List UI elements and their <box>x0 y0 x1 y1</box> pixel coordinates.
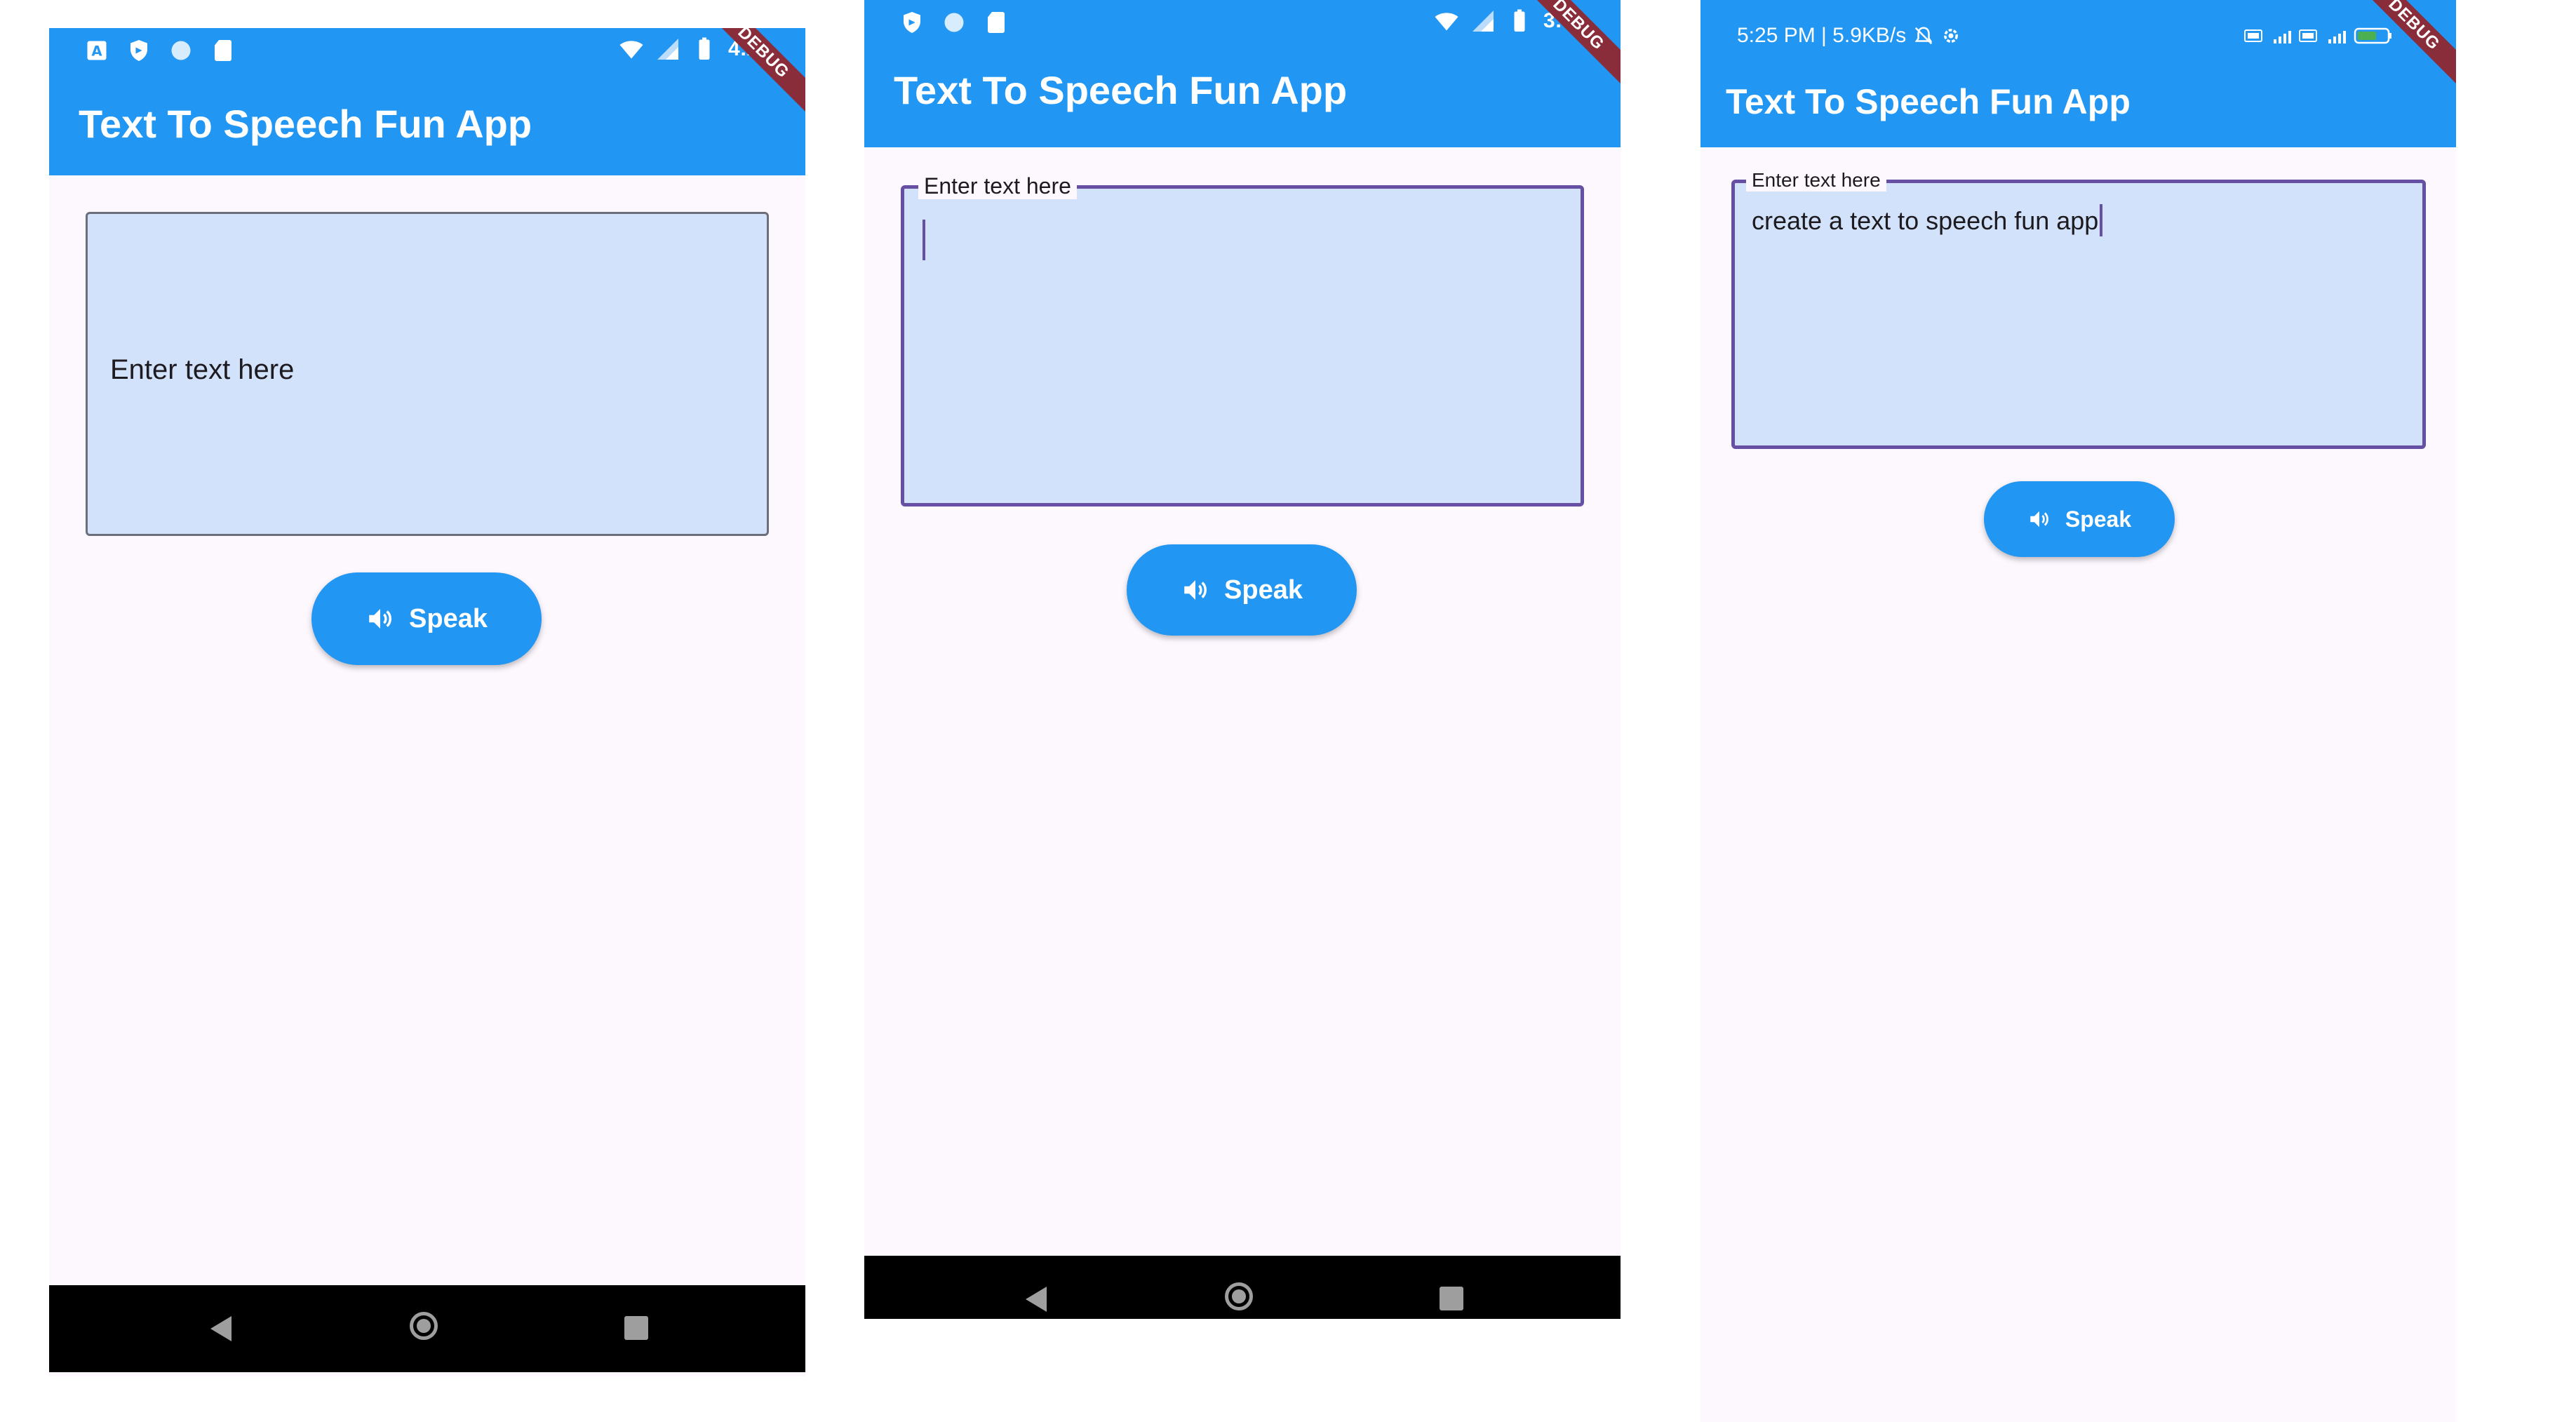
wifi-icon <box>619 41 643 59</box>
signal-icon <box>1472 11 1494 32</box>
app-title: Text To Speech Fun App <box>894 68 1348 112</box>
volume-icon <box>369 609 391 629</box>
battery-icon <box>699 37 710 60</box>
text-cursor <box>2100 204 2103 236</box>
battery-icon <box>1514 9 1525 32</box>
status-left-icons: 5:25 PM | 5.9KB/s <box>1737 24 1961 48</box>
status-bar: A 4:28 <box>49 28 805 77</box>
sd-card-icon <box>215 40 232 61</box>
volte-icon <box>2244 29 2262 42</box>
text-cursor <box>923 220 925 260</box>
phone-screen-2: 3:55 DEBUG Text To Speech Fun App Enter … <box>864 0 1621 1319</box>
status-bar: 3:55 <box>864 0 1621 49</box>
signal-icon <box>657 39 678 60</box>
back-icon[interactable] <box>1026 1287 1047 1312</box>
text-field-label: Enter text here <box>1746 169 1886 192</box>
circle-icon <box>171 41 191 60</box>
phone-screen-1: A 4:28 DEBUG Text To Speech Fun App Ente… <box>49 28 805 1376</box>
app-bar: A 4:28 DEBUG Text To Speech Fun App <box>49 28 805 175</box>
navigation-bar <box>864 1256 1621 1319</box>
recents-icon[interactable] <box>624 1316 648 1340</box>
battery-icon <box>2354 27 2391 44</box>
status-left-icons: A <box>84 38 236 63</box>
status-right-icons <box>2244 27 2393 45</box>
speak-button[interactable]: Speak <box>1127 544 1357 636</box>
speak-button[interactable]: Speak <box>311 572 542 665</box>
volume-icon <box>1184 580 1207 600</box>
svg-text:A: A <box>91 43 102 60</box>
settings-icon <box>1944 29 1959 43</box>
home-icon[interactable] <box>410 1312 438 1340</box>
text-field-placeholder: Enter text here <box>110 354 295 385</box>
app-title: Text To Speech Fun App <box>1726 82 2131 121</box>
circle-icon <box>944 13 964 32</box>
text-field-value-wrapper: create a text to speech fun app <box>1752 204 2103 236</box>
wifi-icon <box>1435 13 1458 31</box>
recents-icon[interactable] <box>1440 1287 1463 1310</box>
speak-button-label: Speak <box>1224 575 1303 605</box>
phone-screen-3: 5:25 PM | 5.9KB/s DEBUG Text To Speech F… <box>1700 0 2456 1422</box>
volte-icon <box>2299 29 2317 42</box>
back-icon[interactable] <box>210 1316 232 1341</box>
status-left-icons <box>899 10 1009 35</box>
signal-icon <box>2328 31 2346 43</box>
signal-4g-icon <box>2274 31 2291 43</box>
text-field-label: Enter text here <box>918 173 1077 199</box>
mute-bell-icon <box>1914 27 1933 45</box>
text-input-field[interactable]: Enter text here create a text to speech … <box>1731 169 2426 449</box>
screenshot-canvas: A 4:28 DEBUG Text To Speech Fun App Ente… <box>0 0 2576 1422</box>
app-bar: 3:55 DEBUG Text To Speech Fun App <box>864 0 1621 147</box>
speak-button-label: Speak <box>409 603 488 633</box>
shield-icon <box>904 12 920 33</box>
home-icon[interactable] <box>1225 1282 1253 1310</box>
app-bar: 5:25 PM | 5.9KB/s DEBUG Text To Speech F… <box>1700 0 2456 147</box>
status-time: 5:25 PM | 5.9KB/s <box>1737 24 1907 47</box>
a-icon: A <box>87 41 107 60</box>
app-title: Text To Speech Fun App <box>79 102 532 146</box>
text-input-field[interactable]: Enter text here <box>86 212 769 536</box>
volume-icon <box>2030 511 2048 528</box>
shield-icon <box>130 40 147 61</box>
text-input-field[interactable]: Enter text here <box>901 173 1584 507</box>
speak-button[interactable]: Speak <box>1984 481 2175 557</box>
speak-button-label: Speak <box>2065 506 2132 532</box>
text-field-value: create a text to speech fun app <box>1752 206 2099 235</box>
sd-card-icon <box>988 12 1005 33</box>
navigation-bar <box>49 1285 805 1372</box>
status-bar: 5:25 PM | 5.9KB/s <box>1700 0 2456 49</box>
